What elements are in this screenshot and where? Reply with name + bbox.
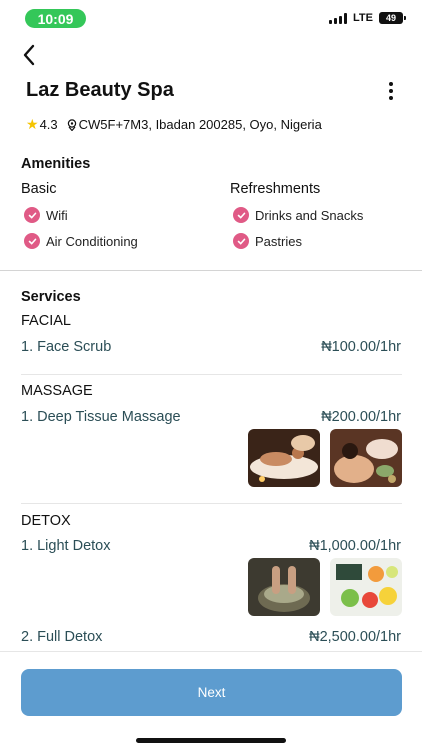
service-name[interactable]: 1. Deep Tissue Massage [21, 409, 181, 425]
next-button[interactable]: Next [21, 669, 402, 716]
services-heading: Services [21, 289, 81, 305]
amenity-item: Wifi [24, 207, 68, 223]
service-price: ₦1,000.00/1hr [309, 538, 401, 554]
home-indicator [136, 738, 286, 743]
service-name[interactable]: 2. Full Detox [21, 629, 102, 645]
amenity-label: Drinks and Snacks [255, 207, 364, 223]
amenity-item: Drinks and Snacks [233, 207, 363, 223]
service-price: ₦100.00/1hr [321, 339, 401, 355]
amenities-heading: Amenities [21, 156, 91, 172]
star-icon: ★ [26, 116, 39, 132]
amenity-label: Air Conditioning [46, 233, 138, 249]
service-category-facial: FACIAL [21, 313, 71, 329]
location-pin-icon [67, 118, 76, 131]
massage-photo-1[interactable] [248, 429, 320, 487]
amenity-item: Pastries [233, 233, 302, 249]
page-title: Laz Beauty Spa [26, 79, 174, 101]
foot-detox-photo[interactable] [248, 558, 320, 616]
amenity-item: Air Conditioning [24, 233, 138, 249]
check-icon [24, 207, 40, 223]
massage-photo-2[interactable] [330, 429, 402, 487]
service-price: ₦2,500.00/1hr [309, 629, 401, 645]
rating-address-row: ★ 4.3 CW5F+7M3, Ibadan 200285, Oyo, Nige… [26, 116, 322, 133]
service-category-detox: DETOX [21, 513, 71, 529]
chevron-left-icon [23, 44, 35, 66]
amenity-label: Wifi [46, 207, 68, 223]
category-divider [21, 374, 402, 375]
service-name[interactable]: 1. Light Detox [21, 538, 110, 554]
amenity-label: Pastries [255, 233, 302, 249]
check-icon [233, 233, 249, 249]
amenity-group-basic-title: Basic [21, 181, 57, 197]
rating-value: 4.3 [39, 117, 58, 132]
battery-icon: 49 [379, 12, 406, 24]
network-label: LTE [353, 12, 373, 24]
check-icon [24, 233, 40, 249]
service-name[interactable]: 1. Face Scrub [21, 339, 111, 355]
detox-fruits-photo[interactable] [330, 558, 402, 616]
section-divider [0, 270, 422, 271]
check-icon [233, 207, 249, 223]
service-category-massage: MASSAGE [21, 383, 93, 399]
category-divider [21, 503, 402, 504]
signal-icon [329, 12, 348, 24]
status-time: 10:09 [25, 9, 86, 28]
service-price: ₦200.00/1hr [321, 409, 401, 425]
kebab-menu-icon [389, 82, 393, 86]
back-button[interactable] [18, 42, 40, 68]
status-bar: 10:09 LTE 49 [0, 0, 422, 36]
address-text: CW5F+7M3, Ibadan 200285, Oyo, Nigeria [78, 117, 322, 132]
more-options-button[interactable] [385, 80, 397, 102]
status-indicators: LTE 49 [329, 12, 406, 24]
amenity-group-refreshments-title: Refreshments [230, 181, 321, 197]
